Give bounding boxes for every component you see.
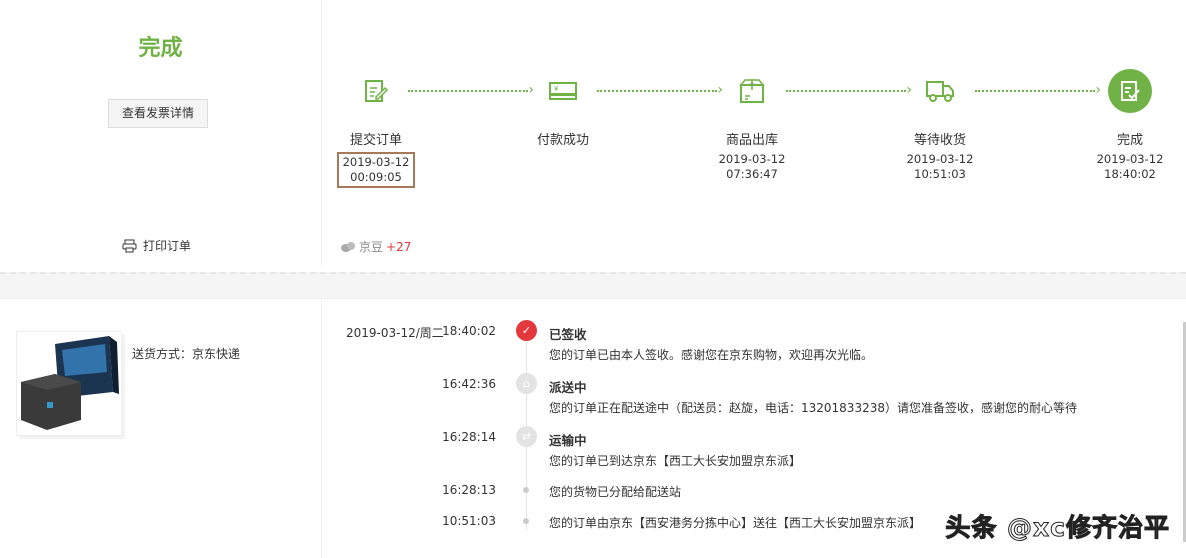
step-time: 07:36:47 [726,167,778,181]
event-desc: 您的货物已分配给配送站 [549,485,682,499]
order-status: 完成 [138,36,183,61]
jingdou-label: 京豆 [359,240,384,254]
event-time: 18:40:02 [442,324,496,338]
timeline-dot-icon [523,518,529,524]
step-label: 商品出库 [725,133,778,148]
event-desc: 您的订单已到达京东【西工大长安加盟京东派】 [549,454,802,468]
event-desc: 您的订单正在配送途中（配送员：赵旋，电话：13201833238）请您准备签收，… [549,401,1077,415]
truck-icon [918,69,962,113]
step-date: 2019-03-12 [342,155,410,169]
jingdou-reward: 京豆 +27 [340,238,411,255]
jingdou-icon [341,241,355,252]
step-label: 提交订单 [349,133,402,148]
step-outbound: 商品出库 2019-03-12 07:36:47 [692,69,812,182]
step-label: 等待收货 [913,133,966,148]
printer-icon [122,239,137,252]
jingdou-value: +27 [386,239,412,254]
event-time: 10:51:03 [442,514,496,528]
event-desc: 您的订单已由本人签收。感谢您在京东购物，欢迎再次光临。 [549,348,874,362]
divider [321,299,322,558]
step-payment: ¥ 付款成功 [503,69,623,148]
step-label: 完成 [1116,133,1143,148]
shipping-method: 送货方式：京东快递 [132,347,241,361]
step-datetime: 2019-03-12 10:51:03 [880,152,1000,182]
svg-text:¥: ¥ [554,85,559,93]
step-awaiting-receipt: 等待收货 2019-03-12 10:51:03 [880,69,1000,182]
product-thumbnail[interactable] [16,331,122,436]
transit-icon: ⇄ [516,426,537,447]
event-time: 16:28:13 [442,483,496,497]
print-order-link[interactable]: 打印订单 [122,237,191,254]
delivery-person-icon: ⌂ [516,373,537,394]
step-submit-order: 提交订单 2019-03-12 00:09:05 [316,69,436,188]
step-complete: 完成 2019-03-12 18:40:02 [1070,69,1186,182]
timeline-dot-icon [523,487,529,493]
section-separator [0,272,1186,299]
edit-document-icon [354,69,398,113]
package-icon [730,69,774,113]
step-date: 2019-03-12 [906,152,974,166]
event-title: 运输中 [549,433,587,448]
step-datetime: 2019-03-12 07:36:47 [692,152,812,182]
event-desc: 您的订单由京东【西安港务分拣中心】送往【西工大长安加盟京东派】 [549,516,922,530]
step-date: 2019-03-12 [1096,152,1164,166]
power-supply-image [21,336,119,430]
step-date: 2019-03-12 [718,152,786,166]
event-time: 16:42:36 [442,377,496,391]
step-datetime-highlight: 2019-03-12 00:09:05 [336,152,416,188]
step-time: 00:09:05 [350,170,402,184]
step-datetime: 2019-03-12 18:40:02 [1070,152,1186,182]
step-time: 10:51:03 [914,167,966,181]
signed-check-icon: ✓ [516,320,537,341]
complete-check-icon [1108,69,1152,113]
print-order-label: 打印订单 [143,239,192,253]
event-title: 派送中 [549,380,587,395]
event-time: 16:28:14 [442,430,496,444]
payment-card-icon: ¥ [541,69,585,113]
watermark: 头条 @xc修齐治平 [945,513,1170,543]
step-label: 付款成功 [536,133,589,148]
step-time: 18:40:02 [1104,167,1156,181]
event-title: 已签收 [549,327,587,342]
view-invoice-button[interactable]: 查看发票详情 [108,99,208,128]
